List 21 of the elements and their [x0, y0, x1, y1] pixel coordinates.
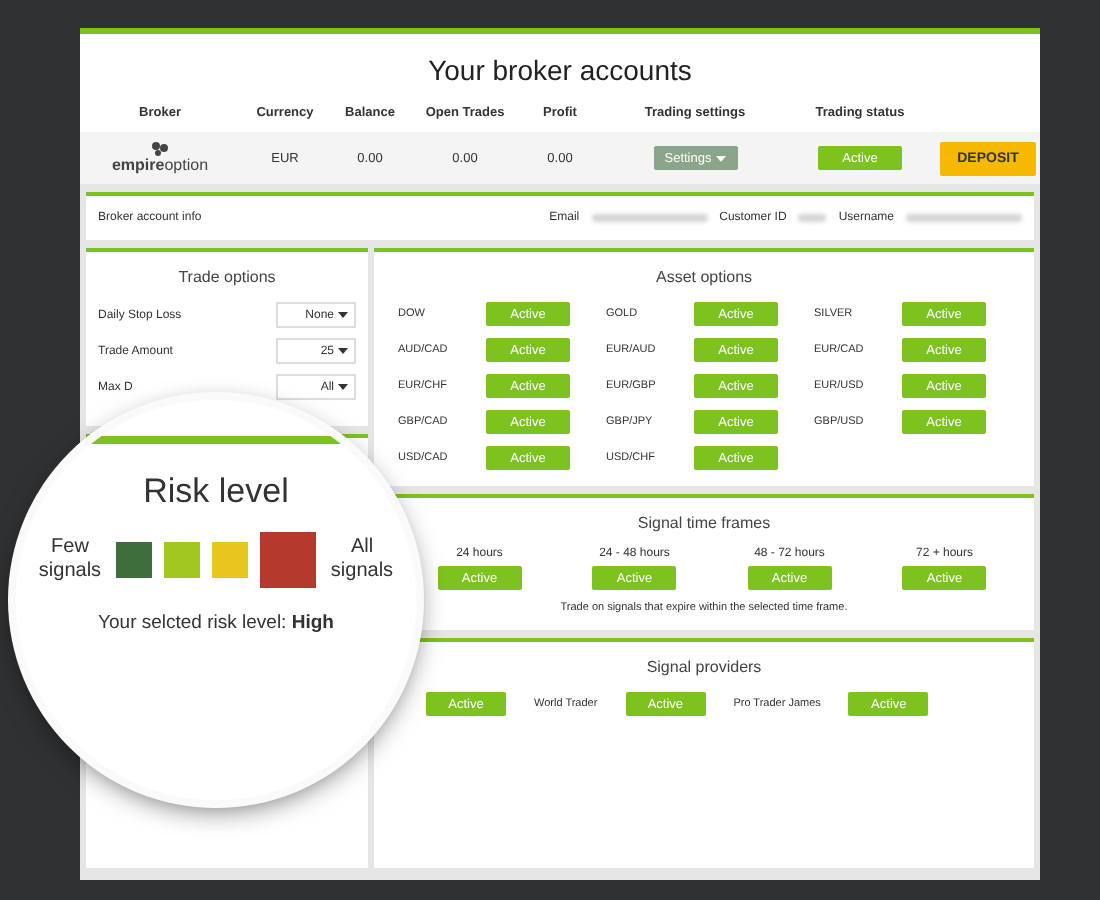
blurred-value — [798, 214, 827, 222]
risk-level-summary: Your selcted risk level: High — [98, 612, 334, 634]
panel-title: Asset options — [653, 268, 755, 286]
panel-title: Signal providers — [644, 658, 764, 676]
risk-level-square[interactable] — [164, 542, 200, 578]
blurred-value — [906, 214, 1022, 222]
page-title: Your broker accounts — [426, 54, 694, 86]
risk-level-title: Risk level — [143, 472, 289, 512]
few-signals-label: Few signals — [36, 536, 104, 584]
risk-level-square[interactable] — [212, 542, 248, 578]
caret-icon — [338, 312, 348, 318]
risk-level-square[interactable] — [260, 532, 316, 588]
caret-icon — [338, 384, 348, 390]
panel-title: Signal time frames — [635, 514, 773, 532]
caret-icon — [715, 155, 726, 161]
blurred-value — [591, 214, 708, 222]
caret-icon — [338, 348, 348, 354]
panel-title: Trade options — [176, 268, 278, 286]
risk-level-square[interactable] — [116, 542, 152, 578]
all-signals-label: All signals — [328, 536, 396, 584]
broker-logo: empireoption — [80, 142, 240, 174]
